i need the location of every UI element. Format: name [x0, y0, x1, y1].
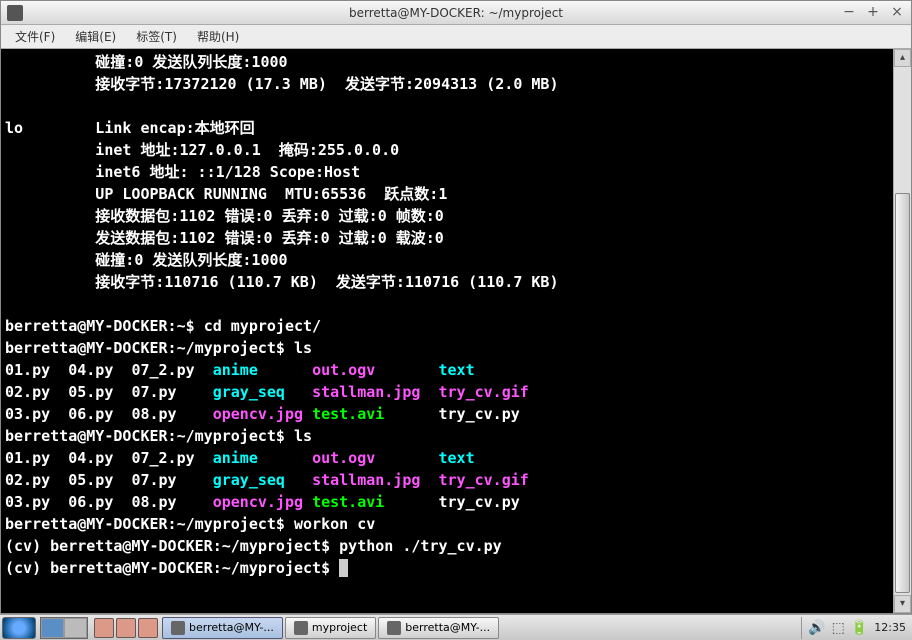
terminal-line: 接收字节:17372120 (17.3 MB) 发送字节:2094313 (2.…	[5, 73, 907, 95]
terminal-line	[5, 293, 907, 315]
quick-launch-3[interactable]	[138, 618, 158, 638]
terminal-line: 碰撞:0 发送队列长度:1000	[5, 51, 907, 73]
app-icon	[7, 5, 23, 21]
menu-edit[interactable]: 编辑(E)	[65, 26, 126, 47]
terminal-line: inet 地址:127.0.0.1 掩码:255.0.0.0	[5, 139, 907, 161]
terminal-line	[5, 95, 907, 117]
terminal-window: berretta@MY-DOCKER: ~/myproject − + × 文件…	[0, 0, 912, 614]
terminal-line: 接收数据包:1102 错误:0 丢弃:0 过载:0 帧数:0	[5, 205, 907, 227]
terminal-line: 碰撞:0 发送队列长度:1000	[5, 249, 907, 271]
scroll-up-button[interactable]: ▴	[894, 49, 911, 67]
minimize-button[interactable]: −	[839, 5, 859, 21]
terminal-line: 接收字节:110716 (110.7 KB) 发送字节:110716 (110.…	[5, 271, 907, 293]
terminal-line: 发送数据包:1102 错误:0 丢弃:0 过载:0 载波:0	[5, 227, 907, 249]
quick-launch	[94, 618, 158, 638]
terminal-line: UP LOOPBACK RUNNING MTU:65536 跃点数:1	[5, 183, 907, 205]
taskbar-item-icon	[387, 621, 401, 635]
maximize-button[interactable]: +	[863, 5, 883, 21]
close-button[interactable]: ×	[887, 5, 907, 21]
terminal-line: berretta@MY-DOCKER:~$ cd myproject/	[5, 315, 907, 337]
terminal-line: 02.py 05.py 07.py gray_seq stallman.jpg …	[5, 381, 907, 403]
start-button[interactable]	[2, 617, 36, 639]
window-title: berretta@MY-DOCKER: ~/myproject	[349, 6, 563, 20]
terminal-line: (cv) berretta@MY-DOCKER:~/myproject$ pyt…	[5, 535, 907, 557]
taskbar-item-label: myproject	[312, 621, 367, 634]
taskbar: berretta@MY-...myprojectberretta@MY-... …	[0, 614, 912, 640]
taskbar-item-label: berretta@MY-...	[405, 621, 490, 634]
workspace-pager[interactable]	[40, 617, 88, 639]
terminal-line: 02.py 05.py 07.py gray_seq stallman.jpg …	[5, 469, 907, 491]
terminal-line: (cv) berretta@MY-DOCKER:~/myproject$	[5, 557, 907, 579]
menu-file[interactable]: 文件(F)	[5, 26, 65, 47]
terminal-line: lo Link encap:本地环回	[5, 117, 907, 139]
volume-icon[interactable]: 🔊	[808, 620, 825, 636]
taskbar-item[interactable]: myproject	[285, 617, 376, 639]
terminal-line: 03.py 06.py 08.py opencv.jpg test.avi tr…	[5, 491, 907, 513]
terminal-line: berretta@MY-DOCKER:~/myproject$ ls	[5, 425, 907, 447]
network-icon[interactable]: ⬚	[832, 620, 845, 636]
scrollbar-track[interactable]	[894, 67, 911, 595]
terminal-line: 01.py 04.py 07_2.py anime out.ogv text	[5, 359, 907, 381]
taskbar-item[interactable]: berretta@MY-...	[378, 617, 499, 639]
terminal-output[interactable]: 碰撞:0 发送队列长度:1000 接收字节:17372120 (17.3 MB)…	[1, 49, 911, 613]
terminal-line: 03.py 06.py 08.py opencv.jpg test.avi tr…	[5, 403, 907, 425]
terminal-line: 01.py 04.py 07_2.py anime out.ogv text	[5, 447, 907, 469]
clock[interactable]: 12:35	[874, 621, 906, 634]
terminal-cursor	[339, 559, 348, 577]
scrollbar: ▴ ▾	[893, 49, 911, 613]
menu-help[interactable]: 帮助(H)	[187, 26, 249, 47]
menubar: 文件(F) 编辑(E) 标签(T) 帮助(H)	[1, 25, 911, 49]
terminal-line: berretta@MY-DOCKER:~/myproject$ workon c…	[5, 513, 907, 535]
battery-icon[interactable]: 🔋	[851, 620, 868, 636]
quick-launch-2[interactable]	[116, 618, 136, 638]
taskbar-item-icon	[294, 621, 308, 635]
taskbar-item-label: berretta@MY-...	[189, 621, 274, 634]
scrollbar-thumb[interactable]	[895, 193, 910, 593]
titlebar[interactable]: berretta@MY-DOCKER: ~/myproject − + ×	[1, 1, 911, 25]
terminal-line: berretta@MY-DOCKER:~/myproject$ ls	[5, 337, 907, 359]
quick-launch-1[interactable]	[94, 618, 114, 638]
scroll-down-button[interactable]: ▾	[894, 595, 911, 613]
taskbar-item-icon	[171, 621, 185, 635]
terminal-line: inet6 地址: ::1/128 Scope:Host	[5, 161, 907, 183]
taskbar-item[interactable]: berretta@MY-...	[162, 617, 283, 639]
menu-tabs[interactable]: 标签(T)	[126, 26, 187, 47]
system-tray: 🔊 ⬚ 🔋 12:35	[801, 617, 906, 639]
